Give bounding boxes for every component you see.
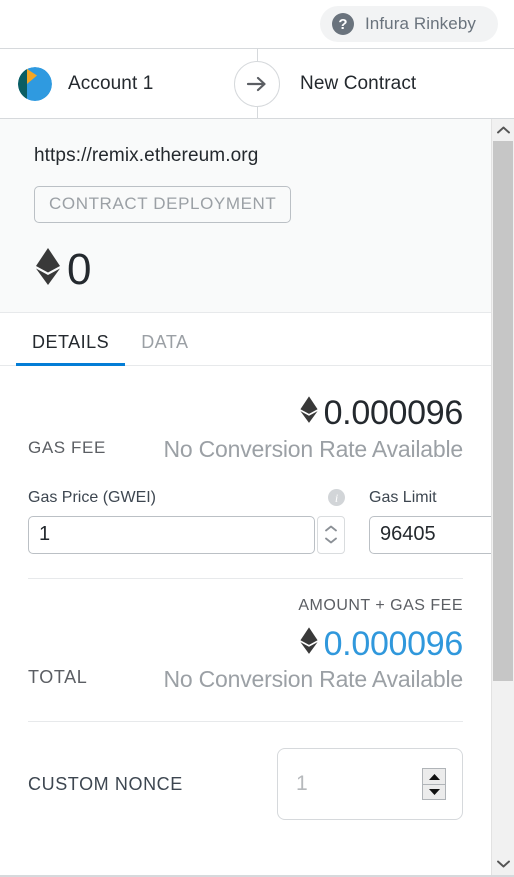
sender-account[interactable]: Account 1 bbox=[0, 49, 232, 118]
custom-nonce-row: CUSTOM NONCE bbox=[28, 722, 463, 840]
total-conversion: No Conversion Rate Available bbox=[163, 666, 463, 693]
transaction-amount: 0 bbox=[67, 244, 91, 294]
gas-fee-label: GAS FEE bbox=[28, 437, 106, 457]
gas-fee-value: 0.000096 bbox=[323, 394, 464, 432]
question-mark-icon: ? bbox=[331, 13, 354, 35]
gas-fee-primary: 0.000096 bbox=[163, 394, 463, 434]
info-icon[interactable]: i bbox=[328, 489, 345, 507]
gas-limit-input-wrap bbox=[369, 515, 491, 554]
gas-price-input[interactable] bbox=[28, 515, 315, 554]
network-bar: ? Infura Rinkeby bbox=[0, 0, 514, 49]
custom-nonce-stepper[interactable] bbox=[422, 768, 446, 801]
avatar bbox=[18, 66, 52, 101]
custom-nonce-input[interactable] bbox=[294, 771, 398, 798]
gas-limit-field: Gas Limit i bbox=[369, 489, 491, 554]
origin-url: https://remix.ethereum.org bbox=[34, 145, 259, 166]
network-selector[interactable]: ? Infura Rinkeby bbox=[319, 6, 498, 42]
origin-section: https://remix.ethereum.org CONTRACT DEPL… bbox=[0, 119, 491, 313]
scrollbar-thumb[interactable] bbox=[493, 141, 513, 681]
scrollbar-track[interactable] bbox=[492, 141, 514, 853]
gas-price-stepper[interactable] bbox=[317, 515, 345, 554]
gas-limit-input[interactable] bbox=[369, 515, 491, 554]
custom-nonce-label: CUSTOM NONCE bbox=[28, 773, 183, 794]
ethereum-icon bbox=[299, 625, 319, 665]
gas-fee-conversion: No Conversion Rate Available bbox=[163, 435, 463, 462]
total-label: TOTAL bbox=[28, 667, 88, 688]
chevron-up-icon[interactable] bbox=[492, 119, 514, 141]
total-row: TOTAL 0.000096 No Conversion Rate Availa… bbox=[28, 615, 463, 694]
vertical-scrollbar[interactable] bbox=[491, 119, 514, 875]
gas-price-header: Gas Price (GWEI) i bbox=[28, 489, 345, 507]
gas-inputs: Gas Price (GWEI) i 1 Gas Limit 96405 bbox=[28, 463, 491, 578]
scroll-body: https://remix.ethereum.org CONTRACT DEPL… bbox=[0, 119, 491, 875]
arrow-right-icon bbox=[234, 60, 280, 107]
ethereum-icon bbox=[299, 394, 319, 434]
tab-bar: DETAILS DATA bbox=[0, 313, 491, 366]
gas-limit-header: Gas Limit i bbox=[369, 489, 491, 507]
transaction-amount-row: 0 bbox=[34, 245, 491, 294]
tab-data[interactable]: DATA bbox=[125, 332, 204, 365]
stepper-down[interactable] bbox=[423, 785, 445, 800]
ethereum-icon bbox=[34, 245, 62, 294]
gas-limit-label: Gas Limit bbox=[369, 488, 437, 506]
network-name: Infura Rinkeby bbox=[364, 14, 476, 33]
transaction-parties: Account 1 New Contract bbox=[0, 49, 514, 119]
stepper-up[interactable] bbox=[423, 769, 445, 784]
gas-price-label: Gas Price (GWEI) bbox=[28, 488, 157, 506]
gas-price-input-wrap bbox=[28, 515, 345, 554]
total-primary: 0.000096 bbox=[163, 625, 463, 665]
gas-price-field: Gas Price (GWEI) i bbox=[28, 489, 345, 554]
content-area: https://remix.ethereum.org CONTRACT DEPL… bbox=[0, 119, 514, 875]
gas-fee-amounts: 0.000096 No Conversion Rate Available bbox=[163, 394, 463, 463]
amount-plus-gas-label: AMOUNT + GAS FEE bbox=[298, 596, 463, 614]
metamask-confirm-transaction-page: ? Infura Rinkeby Account 1 New Contract bbox=[0, 0, 514, 877]
total-value: 0.000096 bbox=[323, 624, 464, 663]
sender-name: Account 1 bbox=[68, 72, 154, 94]
chevron-down-icon[interactable] bbox=[492, 853, 514, 875]
contract-deployment-badge: CONTRACT DEPLOYMENT bbox=[34, 186, 292, 223]
details-panel: GAS FEE 0.000096 No Conversion Rate Avai… bbox=[0, 366, 491, 875]
total-amounts: 0.000096 No Conversion Rate Available bbox=[163, 625, 463, 694]
tab-details[interactable]: DETAILS bbox=[16, 332, 126, 366]
gas-fee-row: GAS FEE 0.000096 No Conversion Rate Avai… bbox=[28, 366, 463, 463]
recipient-name: New Contract bbox=[300, 72, 417, 94]
custom-nonce-box bbox=[277, 748, 463, 821]
